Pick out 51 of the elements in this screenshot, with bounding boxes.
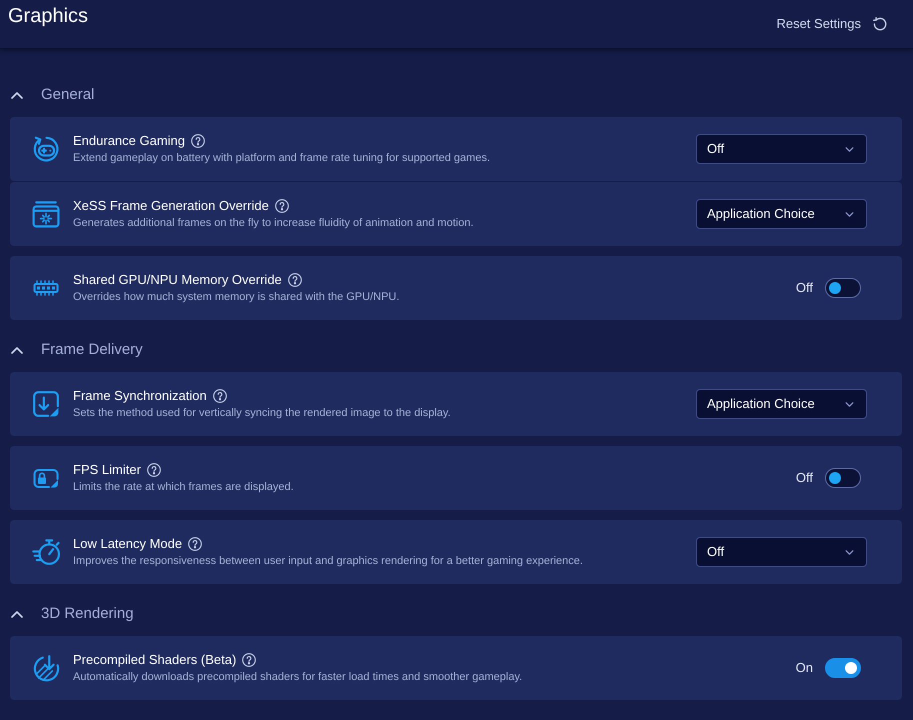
toggle-label: On bbox=[796, 660, 813, 676]
stacked-frames-icon bbox=[32, 200, 60, 228]
chevron-up-icon bbox=[11, 610, 23, 618]
setting-title: Low Latency Mode bbox=[73, 536, 182, 552]
toggle-switch[interactable] bbox=[825, 658, 861, 678]
setting-description: Improves the responsiveness between user input and graphics rendering for a better gaming experience. bbox=[73, 554, 583, 568]
page-title: Graphics bbox=[8, 4, 88, 28]
section-header[interactable]: General bbox=[10, 73, 94, 117]
section-header[interactable]: 3D Rendering bbox=[10, 592, 134, 636]
setting-description: Generates additional frames on the fly to increase fluidity of animation and motion. bbox=[73, 216, 474, 230]
section-header[interactable]: Frame Delivery bbox=[10, 328, 143, 372]
help-icon[interactable] bbox=[242, 653, 256, 667]
help-icon[interactable] bbox=[212, 389, 227, 403]
download-circle-icon bbox=[32, 654, 60, 682]
lock-frame-icon bbox=[32, 468, 60, 488]
setting-description: Overrides how much system memory is shared with the GPU/NPU. bbox=[73, 290, 400, 304]
chevron-up-icon bbox=[11, 346, 23, 354]
toggle-switch[interactable] bbox=[825, 468, 861, 488]
arrow-down-frame-icon bbox=[32, 390, 60, 418]
memory-chip-icon bbox=[32, 280, 60, 296]
gamepad-arrow-icon bbox=[32, 135, 60, 163]
caret-icon bbox=[845, 146, 854, 152]
chevron-up-icon bbox=[11, 92, 23, 98]
setting-description: Extend gameplay on battery with platform and frame rate tuning for supported games. bbox=[73, 151, 490, 165]
dropdown[interactable]: Off bbox=[696, 134, 867, 164]
setting-description: Sets the method used for vertically syncing the rendered image to the display. bbox=[73, 406, 451, 420]
setting-title: Endurance Gaming bbox=[73, 133, 186, 149]
setting-description: Limits the rate at which frames are displayed. bbox=[73, 480, 294, 494]
caret-icon bbox=[845, 402, 854, 406]
toggle-label: Off bbox=[796, 470, 813, 486]
setting-description: Automatically downloads precompiled shaders for faster load times and smoother gameplay. bbox=[73, 670, 522, 684]
setting-title: Precompiled Shaders (Beta) bbox=[73, 652, 236, 668]
help-icon[interactable] bbox=[146, 463, 161, 477]
help-icon[interactable] bbox=[188, 537, 202, 551]
dropdown[interactable]: Application Choice bbox=[696, 199, 867, 229]
help-icon[interactable] bbox=[274, 199, 289, 213]
setting-title: Shared GPU/NPU Memory Override bbox=[73, 272, 282, 288]
setting-title: FPS Limiter bbox=[73, 462, 141, 478]
reset-settings-button[interactable]: Reset Settings bbox=[776, 16, 887, 32]
toggle-label: Off bbox=[796, 280, 813, 296]
stopwatch-icon bbox=[32, 538, 60, 566]
setting-title: XeSS Frame Generation Override bbox=[73, 198, 269, 214]
reset-icon bbox=[873, 17, 887, 31]
caret-icon bbox=[845, 212, 854, 216]
caret-icon bbox=[845, 550, 854, 554]
dropdown[interactable]: Application Choice bbox=[696, 389, 867, 419]
help-icon[interactable] bbox=[191, 134, 206, 148]
dropdown[interactable]: Off bbox=[696, 537, 867, 567]
toggle-switch[interactable] bbox=[825, 278, 861, 298]
help-icon[interactable] bbox=[288, 273, 302, 287]
setting-title: Frame Synchronization bbox=[73, 388, 207, 404]
